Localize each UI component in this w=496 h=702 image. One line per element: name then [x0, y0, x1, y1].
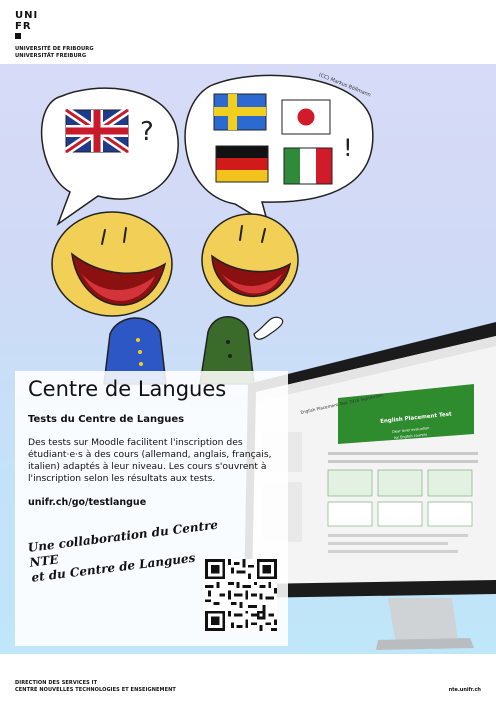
footer-department: DIRECTION DES SERVICES IT CENTRE NOUVELL…: [15, 680, 176, 694]
footer-line-1: DIRECTION DES SERVICES IT: [15, 680, 98, 686]
uk-flag: [63, 106, 131, 156]
university-name-fr: UNIVERSITÉ DE FRIBOURG: [15, 46, 94, 52]
italy-flag: [283, 147, 333, 185]
header: UNI FR UNIVERSITÉ DE FRIBOURG UNIVERSITÄ…: [0, 0, 496, 64]
info-panel: Centre de Langues Tests du Centre de Lan…: [15, 371, 288, 646]
panel-description: Des tests sur Moodle facilitent l'inscri…: [28, 437, 272, 484]
right-bubble-exclamation-mark: !: [343, 134, 353, 162]
panel-subtitle: Tests du Centre de Langues: [28, 414, 185, 425]
left-character: [51, 211, 173, 385]
germany-flag: [215, 145, 269, 183]
university-name: UNIVERSITÉ DE FRIBOURG UNIVERSITÄT FREIB…: [15, 46, 94, 60]
footer: DIRECTION DES SERVICES IT CENTRE NOUVELL…: [0, 654, 496, 702]
qr-code-icon[interactable]: [205, 559, 277, 631]
panel-title: Centre de Langues: [28, 377, 227, 401]
monitor-stand: [376, 598, 474, 650]
logo-line-2: FR: [15, 21, 32, 32]
university-name-de: UNIVERSITÄT FREIBURG: [15, 53, 87, 59]
footer-line-2: CENTRE NOUVELLES TECHNOLOGIES ET ENSEIGN…: [15, 687, 176, 693]
testlangue-link[interactable]: unifr.ch/go/testlangue: [28, 497, 146, 508]
logo-square-icon: [15, 33, 21, 39]
sweden-flag: [213, 93, 267, 131]
poster: ? ! (CC) Markus Böllmann English Placeme…: [0, 64, 496, 654]
left-speech-bubble: [40, 87, 179, 227]
unifr-logo[interactable]: UNI FR: [15, 10, 38, 39]
footer-url-link[interactable]: nte.unifr.ch: [449, 687, 481, 693]
left-bubble-question-mark: ?: [140, 117, 154, 147]
japan-flag: [281, 99, 331, 135]
logo-line-1: UNI: [15, 10, 39, 21]
